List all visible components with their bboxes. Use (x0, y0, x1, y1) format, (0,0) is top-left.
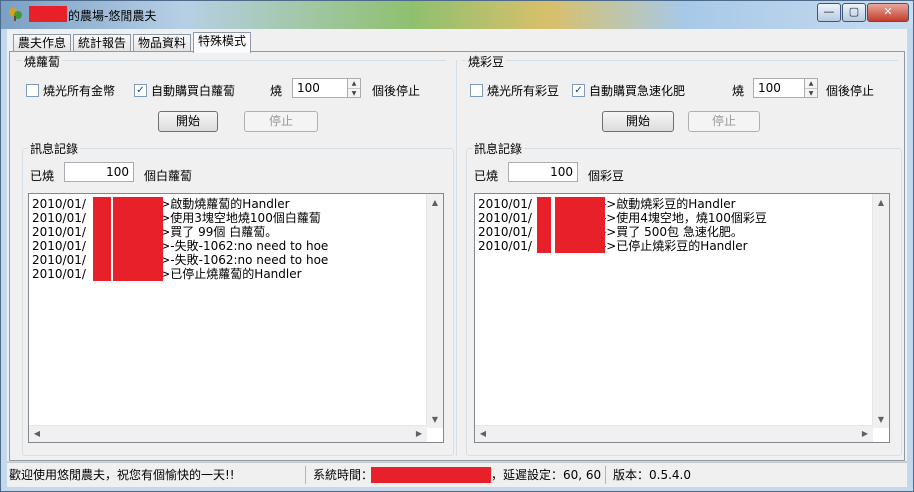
tab-item-data[interactable]: 物品資料 (133, 34, 192, 52)
left-burn-count-spinner[interactable]: ▲ ▼ (347, 78, 361, 98)
left-group-border (16, 60, 446, 61)
tab-special-mode[interactable]: 特殊模式 (193, 32, 252, 53)
log-line: 2010/01/->使用4塊空地，燒100個彩豆 (478, 211, 767, 225)
scroll-left-icon[interactable]: ◀ (29, 429, 45, 438)
right-stop-button[interactable]: 停止 (688, 111, 760, 132)
left-burned-suffix: 個白蘿蔔 (144, 169, 193, 183)
tab-farmer-schedule[interactable]: 農夫作息 (13, 34, 72, 52)
status-divider (305, 466, 306, 484)
right-burn-all-label: 燒光所有彩豆 (487, 84, 560, 98)
maximize-button[interactable]: ▢ (842, 3, 866, 22)
log-line: 2010/01/->-失敗-1062:no need to hoe (32, 239, 329, 253)
right-auto-buy-checkbox[interactable]: ✓ 自動購買急速化肥 (572, 82, 685, 99)
log-line: 2010/01/->買了 500包 急速化肥。 (478, 225, 743, 239)
right-burn-prefix: 燒 (732, 84, 745, 98)
status-delay: ，延遲設定：60, 60 (491, 468, 602, 482)
log-redaction-day (93, 197, 111, 281)
left-burn-suffix: 個後停止 (372, 84, 421, 98)
log-line: 2010/01/->已停止燒彩豆的Handler (478, 239, 748, 253)
left-log-title: 訊息記錄 (28, 140, 81, 157)
log-redaction-time (113, 197, 163, 281)
scroll-right-icon[interactable]: ▶ (411, 429, 427, 438)
scroll-right-icon[interactable]: ▶ (857, 429, 873, 438)
right-auto-buy-check-icon[interactable]: ✓ (572, 84, 585, 97)
right-burn-suffix: 個後停止 (826, 84, 875, 98)
right-burn-all-checkbox[interactable]: 燒光所有彩豆 (470, 82, 559, 99)
status-divider (605, 466, 606, 484)
left-burned-count: 100 (64, 162, 134, 182)
right-log-title: 訊息記錄 (472, 140, 525, 157)
left-auto-buy-check-icon[interactable]: ✓ (134, 84, 147, 97)
scroll-up-icon[interactable]: ▲ (873, 198, 889, 207)
left-auto-buy-checkbox[interactable]: ✓ 自動購買白蘿蔔 (134, 82, 235, 99)
right-log-list[interactable]: 2010/01/->啟動燒彩豆的Handler 2010/01/->使用4塊空地… (474, 193, 890, 443)
left-burn-all-box[interactable] (26, 84, 39, 97)
close-button[interactable]: ✕ (867, 3, 909, 22)
left-burn-prefix: 燒 (270, 84, 283, 98)
minimize-button[interactable]: — (817, 3, 841, 22)
status-time-redaction (371, 467, 491, 483)
window-title: 的農場-悠閒農夫 (68, 9, 157, 23)
right-burn-all-box[interactable] (470, 84, 483, 97)
status-bar: 歡迎使用悠閒農夫，祝您有個愉快的一天!! 系統時間： ，延遲設定：60, 60 … (7, 462, 907, 487)
right-group-border (462, 60, 898, 61)
right-burned-count: 100 (508, 162, 578, 182)
log-line: 2010/01/->-失敗-1062:no need to hoe (32, 253, 329, 267)
spinner-up-icon[interactable]: ▲ (348, 79, 360, 89)
right-burned-suffix: 個彩豆 (588, 169, 625, 183)
spinner-down-icon[interactable]: ▼ (348, 89, 360, 98)
special-mode-page: 燒蘿蔔 燒光所有金幣 ✓ 自動購買白蘿蔔 燒 100 ▲ ▼ 個後停止 開始 停… (9, 51, 905, 461)
log-redaction-day (537, 197, 551, 253)
left-stop-button[interactable]: 停止 (244, 111, 318, 132)
scroll-left-icon[interactable]: ◀ (475, 429, 491, 438)
log-line: 2010/01/->使用3塊空地燒100個白蘿蔔 (32, 211, 321, 225)
scroll-up-icon[interactable]: ▲ (427, 198, 443, 207)
right-burn-count-spinner[interactable]: ▲ ▼ (804, 78, 818, 98)
left-burn-count-input[interactable]: 100 (292, 78, 348, 98)
left-log-list[interactable]: 2010/01/->啟動燒蘿蔔的Handler 2010/01/->使用3塊空地… (28, 193, 444, 443)
log-line: 2010/01/->啟動燒彩豆的Handler (478, 197, 736, 211)
left-log-vscrollbar[interactable]: ▲ ▼ (426, 194, 443, 428)
right-auto-buy-label: 自動購買急速化肥 (589, 84, 686, 98)
right-burned-prefix: 已燒 (474, 169, 499, 183)
status-welcome: 歡迎使用悠閒農夫，祝您有個愉快的一天!! (9, 468, 235, 482)
right-log-hscrollbar[interactable]: ◀ ▶ (475, 425, 873, 442)
log-redaction-time (555, 197, 605, 253)
log-line: 2010/01/->已停止燒蘿蔔的Handler (32, 267, 302, 281)
right-burn-count-input[interactable]: 100 (753, 78, 805, 98)
app-window: 的農場-悠閒農夫 — ▢ ✕ 農夫作息 統計報告 物品資料 特殊模式 燒蘿蔔 燒… (0, 0, 914, 492)
left-log-hscrollbar[interactable]: ◀ ▶ (29, 425, 427, 442)
right-log-vscrollbar[interactable]: ▲ ▼ (872, 194, 889, 428)
left-group-title: 燒蘿蔔 (22, 53, 63, 70)
spinner-up-icon[interactable]: ▲ (805, 79, 817, 89)
right-start-button[interactable]: 開始 (602, 111, 674, 132)
right-group-title: 燒彩豆 (466, 53, 507, 70)
left-burn-all-label: 燒光所有金幣 (43, 84, 116, 98)
tab-statistics-report[interactable]: 統計報告 (73, 34, 132, 52)
left-burned-prefix: 已燒 (30, 169, 55, 183)
scroll-down-icon[interactable]: ▼ (873, 415, 889, 424)
client-area: 農夫作息 統計報告 物品資料 特殊模式 燒蘿蔔 燒光所有金幣 ✓ 自動購買白蘿蔔… (7, 29, 907, 461)
spinner-down-icon[interactable]: ▼ (805, 89, 817, 98)
left-burn-all-checkbox[interactable]: 燒光所有金幣 (26, 82, 115, 99)
panel-divider (456, 60, 457, 456)
status-time-label: 系統時間： (313, 468, 374, 482)
status-version: 版本：0.5.4.0 (613, 468, 691, 482)
title-bar[interactable]: 的農場-悠閒農夫 — ▢ ✕ (1, 1, 913, 29)
scroll-down-icon[interactable]: ▼ (427, 415, 443, 424)
farm-app-icon (9, 8, 22, 21)
title-redaction (29, 6, 67, 22)
left-start-button[interactable]: 開始 (158, 111, 218, 132)
left-auto-buy-label: 自動購買白蘿蔔 (151, 84, 236, 98)
